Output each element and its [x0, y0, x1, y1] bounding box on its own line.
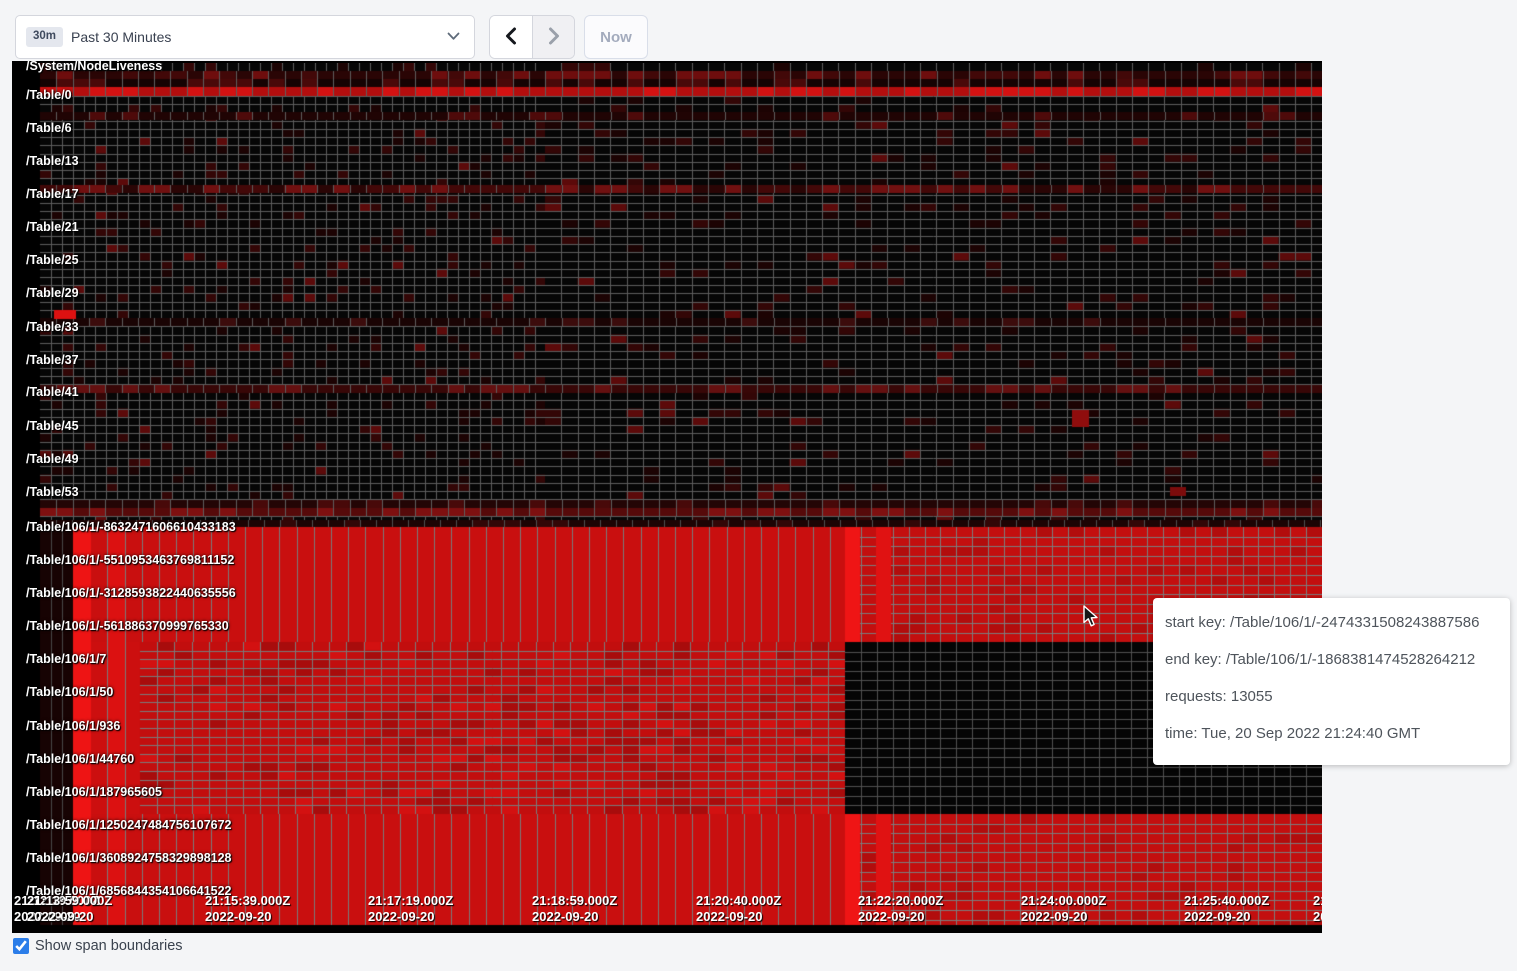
hover-tooltip: start key: /Table/106/1/-247433150824388…	[1153, 598, 1510, 765]
keyviz-heatmap: /System/NodeLiveness/Table/0/Table/6/Tab…	[12, 61, 1322, 933]
time-nav-group	[489, 15, 575, 59]
time-range-dropdown[interactable]: 30m Past 30 Minutes	[15, 15, 475, 59]
time-range-label: Past 30 Minutes	[71, 29, 447, 45]
now-button[interactable]: Now	[584, 15, 648, 59]
keyviz-canvas[interactable]	[12, 63, 1322, 933]
key-visualizer-page: 30m Past 30 Minutes Now /System/NodeLive…	[0, 0, 1517, 971]
next-time-button[interactable]	[532, 16, 574, 58]
chevron-down-icon	[447, 28, 460, 46]
span-boundaries-toggle[interactable]: Show span boundaries	[13, 938, 183, 954]
prev-time-button[interactable]	[490, 16, 532, 58]
chevron-left-icon	[504, 27, 518, 48]
chevron-right-icon	[547, 27, 561, 48]
tooltip-line: start key: /Table/106/1/-247433150824388…	[1165, 604, 1498, 641]
tooltip-line: end key: /Table/106/1/-18683814745282642…	[1165, 641, 1498, 678]
span-boundaries-label[interactable]: Show span boundaries	[35, 938, 183, 954]
tooltip-line: time: Tue, 20 Sep 2022 21:24:40 GMT	[1165, 715, 1498, 752]
span-boundaries-checkbox[interactable]	[13, 938, 29, 954]
duration-badge: 30m	[26, 27, 63, 47]
tooltip-line: requests: 13055	[1165, 678, 1498, 715]
